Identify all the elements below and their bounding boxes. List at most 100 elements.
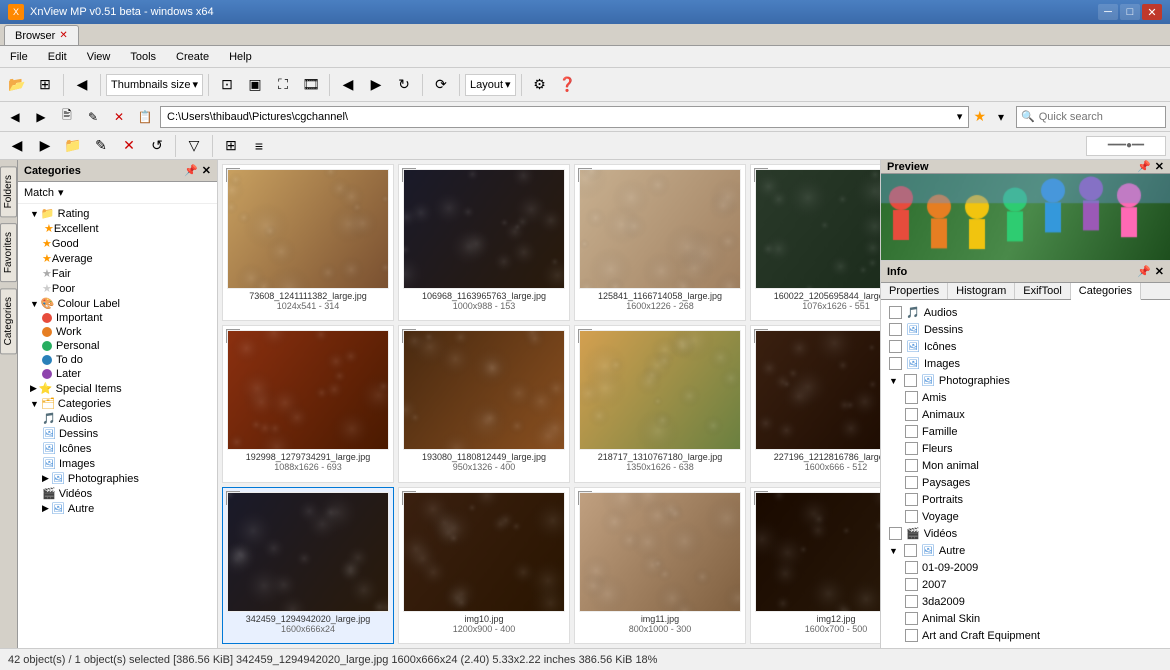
cat3da2009-checkbox[interactable] <box>905 595 918 608</box>
tab-categories[interactable]: Categories <box>1071 283 1141 300</box>
favorites-star-icon[interactable]: ★ <box>973 108 986 125</box>
info-cat-animalskin[interactable]: Animal Skin <box>885 610 1166 627</box>
thumbnail-grid[interactable]: 73608_1241111382_large.jpg 1024x541 - 31… <box>218 160 880 648</box>
folders-sidetab[interactable]: Folders <box>0 166 17 217</box>
menu-tools[interactable]: Tools <box>120 49 166 65</box>
addr-edit-button[interactable]: ✎ <box>82 106 104 128</box>
voyage-checkbox[interactable] <box>905 510 918 523</box>
maximize-button[interactable]: □ <box>1120 4 1140 20</box>
refresh-button[interactable]: ↻ <box>391 72 417 98</box>
thumb-item-2[interactable]: 106968_1163965763_large.jpg 1000x988 - 1… <box>398 164 570 321</box>
animalskin-checkbox[interactable] <box>905 612 918 625</box>
menu-view[interactable]: View <box>77 49 121 65</box>
addr-back-button[interactable]: ◀ <box>4 106 26 128</box>
tab-properties[interactable]: Properties <box>881 283 948 299</box>
info-cat-2007[interactable]: 2007 <box>885 576 1166 593</box>
tab-exiftool[interactable]: ExifTool <box>1015 283 1071 299</box>
nav-prev[interactable]: ◀ <box>335 72 361 98</box>
address-input-box[interactable]: ▾ <box>160 106 969 128</box>
photographies-checkbox[interactable] <box>904 374 917 387</box>
browser-tab[interactable]: Browser ✕ <box>4 25 79 45</box>
menu-file[interactable]: File <box>0 49 38 65</box>
tree-photographies[interactable]: ▶ 🖼 Photographies <box>18 471 217 486</box>
info-cat-audios[interactable]: 🎵 Audios <box>885 304 1166 321</box>
tree-fair[interactable]: ★ Fair <box>18 266 217 281</box>
cat2009-checkbox[interactable] <box>905 561 918 574</box>
info-cat-photographies[interactable]: ▼ 🖼 Photographies <box>885 372 1166 389</box>
layout-dropdown[interactable]: Layout ▾ <box>465 74 516 96</box>
tree-average[interactable]: ★ Average <box>18 251 217 266</box>
tab-histogram[interactable]: Histogram <box>948 283 1015 299</box>
info-cat-autre[interactable]: ▼ 🖼 Autre <box>885 542 1166 559</box>
thumb-item-8[interactable]: 227196_1212816786_large.jpg 1600x666 - 5… <box>750 325 880 482</box>
thumb-item-9[interactable]: 342459_1294942020_large.jpg 1600x666x24 <box>222 487 394 644</box>
tree-important[interactable]: Important <box>18 311 217 325</box>
videos-checkbox[interactable] <box>889 527 902 540</box>
tree-excellent[interactable]: ★ Excellent <box>18 221 217 236</box>
tb2-delete[interactable]: ✕ <box>116 133 142 159</box>
amis-checkbox[interactable] <box>905 391 918 404</box>
search-box[interactable]: 🔍 <box>1016 106 1166 128</box>
settings-button[interactable]: ⚙ <box>527 72 553 98</box>
info-cat-dessins[interactable]: 🖼 Dessins <box>885 321 1166 338</box>
zoom-slider-area[interactable]: ━━━●━━ <box>1086 136 1166 156</box>
tree-rating-section[interactable]: ▼ 📁 Rating <box>18 206 217 221</box>
autre-expand-arrow[interactable]: ▶ <box>42 503 49 514</box>
tree-poor[interactable]: ★ Poor <box>18 281 217 296</box>
info-cat-icones[interactable]: 🖼 Icônes <box>885 338 1166 355</box>
cats-expand-arrow[interactable]: ▼ <box>30 399 39 409</box>
tb2-filter[interactable]: ▽ <box>181 133 207 159</box>
tree-later[interactable]: Later <box>18 367 217 381</box>
info-cat-artcraft[interactable]: Art and Craft Equipment <box>885 627 1166 644</box>
minimize-button[interactable]: ─ <box>1098 4 1118 20</box>
tree-special-section[interactable]: ▶ ⭐ Special Items <box>18 381 217 396</box>
info-cat-famille[interactable]: Famille <box>885 423 1166 440</box>
info-cat-3da2009[interactable]: 3da2009 <box>885 593 1166 610</box>
view-fullscreen[interactable]: ⛶ <box>270 72 296 98</box>
menu-create[interactable]: Create <box>166 49 219 65</box>
info-cat-portraits[interactable]: Portraits <box>885 491 1166 508</box>
tree-colour-section[interactable]: ▼ 🎨 Colour Label <box>18 296 217 311</box>
tb2-view[interactable]: ⊞ <box>218 133 244 159</box>
tb2-back[interactable]: ◀ <box>4 133 30 159</box>
tb2-edit[interactable]: ✎ <box>88 133 114 159</box>
thumb-item-10[interactable]: img10.jpg 1200x900 - 400 <box>398 487 570 644</box>
autre-checkbox[interactable] <box>904 544 917 557</box>
thumbnails-size-dropdown[interactable]: Thumbnails size ▾ <box>106 74 203 96</box>
thumb-item-11[interactable]: img11.jpg 800x1000 - 300 <box>574 487 746 644</box>
close-button[interactable]: ✕ <box>1142 4 1162 20</box>
info-cat-monanimal[interactable]: Mon animal <box>885 457 1166 474</box>
photo-info-expand[interactable]: ▼ <box>889 376 898 386</box>
thumb-item-4[interactable]: 160022_1205695844_large.jpg 1076x1626 - … <box>750 164 880 321</box>
thumb-size-medium[interactable]: ▣ <box>242 72 268 98</box>
tree-autre[interactable]: ▶ 🖼 Autre <box>18 501 217 516</box>
thumb-size-small[interactable]: ⊡ <box>214 72 240 98</box>
info-cat-fleurs[interactable]: Fleurs <box>885 440 1166 457</box>
info-cat-2009[interactable]: 01-09-2009 <box>885 559 1166 576</box>
address-input[interactable] <box>167 111 957 123</box>
preview-pin-icon[interactable]: 📌 <box>1137 160 1151 173</box>
tree-images[interactable]: 🖼 Images <box>18 456 217 471</box>
photo-expand-arrow[interactable]: ▶ <box>42 473 49 484</box>
paysages-checkbox[interactable] <box>905 476 918 489</box>
artcraft-checkbox[interactable] <box>905 629 918 642</box>
open-button[interactable]: 📂 <box>4 72 30 98</box>
view-filmstrip[interactable]: 🎞 <box>298 72 324 98</box>
addr-dropdown-arrow[interactable]: ▾ <box>957 110 963 123</box>
addr-star-dropdown[interactable]: ▾ <box>990 106 1012 128</box>
addr-up-button[interactable]: 🖹 <box>56 106 78 128</box>
tree-icones[interactable]: 🖼 Icônes <box>18 441 217 456</box>
menu-edit[interactable]: Edit <box>38 49 77 65</box>
tree-audios[interactable]: 🎵 Audios <box>18 411 217 426</box>
rating-expand-arrow[interactable]: ▼ <box>30 209 39 219</box>
info-cat-voyage[interactable]: Voyage <box>885 508 1166 525</box>
addr-delete-button[interactable]: ✕ <box>108 106 130 128</box>
special-expand-arrow[interactable]: ▶ <box>30 383 37 394</box>
icones-checkbox[interactable] <box>889 340 902 353</box>
audios-checkbox[interactable] <box>889 306 902 319</box>
match-dropdown[interactable]: ▾ <box>58 186 64 199</box>
animaux-checkbox[interactable] <box>905 408 918 421</box>
info-close-icon[interactable]: ✕ <box>1155 265 1164 278</box>
categories-sidetab[interactable]: Categories <box>0 288 17 354</box>
info-cat-images[interactable]: 🖼 Images <box>885 355 1166 372</box>
